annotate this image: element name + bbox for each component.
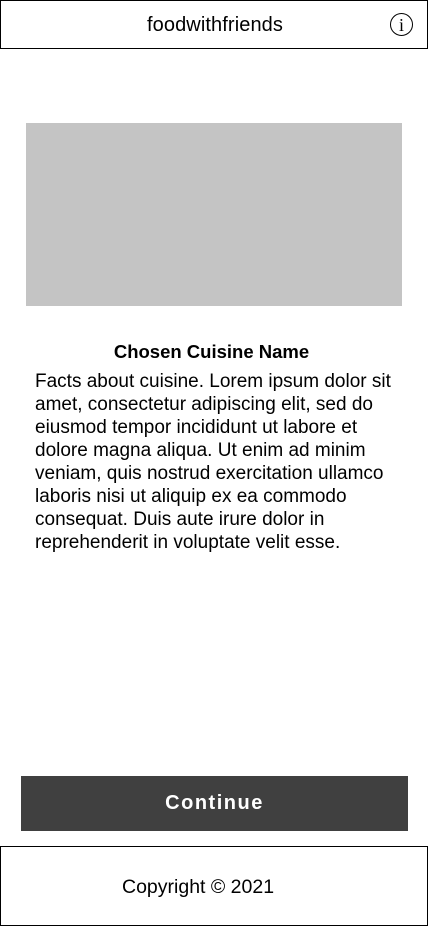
info-icon[interactable]: i: [390, 13, 413, 36]
app-footer: Copyright © 2021: [0, 846, 428, 926]
copyright-text: Copyright © 2021: [122, 876, 275, 898]
app-title: foodwithfriends: [146, 14, 284, 36]
cuisine-image-placeholder: [26, 123, 402, 306]
cuisine-facts-text: Facts about cuisine. Lorem ipsum dolor s…: [35, 371, 391, 553]
app-header: foodwithfriends i: [0, 0, 428, 49]
continue-button[interactable]: Continue: [21, 776, 408, 831]
cuisine-name-heading: Chosen Cuisine Name: [113, 341, 310, 362]
